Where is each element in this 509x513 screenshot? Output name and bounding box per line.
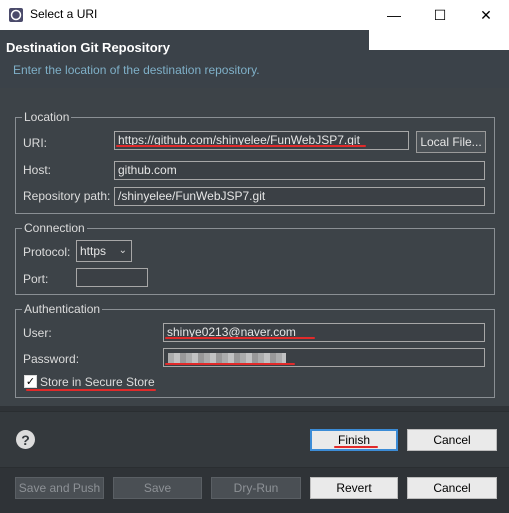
header-banner-area [369,30,509,50]
host-label: Host: [23,163,52,177]
password-obscured-value [168,353,286,363]
authentication-legend: Authentication [24,302,101,316]
finish-button-label: Finish [337,433,370,447]
password-red-underline [165,363,295,365]
minimize-button[interactable]: — [372,0,416,30]
dry-run-button[interactable]: Dry-Run [211,477,301,499]
eclipse-icon [8,7,24,23]
host-input[interactable]: github.com [114,161,485,180]
protocol-value: https [80,244,107,258]
user-red-underline [165,337,315,339]
user-label: User: [23,326,52,340]
repository-path-input[interactable]: /shinyelee/FunWebJSP7.git [114,187,485,206]
user-input[interactable]: shinye0213@naver.com [163,323,485,342]
help-icon[interactable]: ? [16,430,35,449]
protocol-label: Protocol: [23,245,71,259]
save-button[interactable]: Save [113,477,202,499]
port-label: Port: [23,272,49,286]
bottom-cancel-button[interactable]: Cancel [407,477,497,499]
uri-label: URI: [23,136,47,150]
close-button[interactable]: ✕ [464,0,508,30]
window-title: Select a URI [30,7,98,21]
revert-button[interactable]: Revert [310,477,398,499]
store-secure-label: Store in Secure Store [40,375,155,389]
protocol-select[interactable]: https ⌄ [76,240,132,262]
repository-path-label: Repository path: [23,189,111,203]
store-red-underline [26,389,156,391]
password-label: Password: [23,352,80,366]
connection-legend: Connection [24,221,85,235]
uri-input[interactable]: https://github.com/shinyelee/FunWebJSP7.… [114,131,409,150]
port-input[interactable] [76,268,148,287]
location-legend: Location [24,110,70,124]
finish-red-underline [334,446,378,448]
store-secure-checkbox[interactable]: ✓ [24,375,37,388]
page-description: Enter the location of the destination re… [13,63,260,77]
local-file-button[interactable]: Local File... [416,131,486,153]
cancel-button[interactable]: Cancel [407,429,497,451]
maximize-button[interactable]: ☐ [418,0,462,30]
chevron-down-icon: ⌄ [118,245,127,256]
save-and-push-button[interactable]: Save and Push [15,477,104,499]
uri-red-underline [116,145,366,147]
page-title: Destination Git Repository [6,40,170,55]
